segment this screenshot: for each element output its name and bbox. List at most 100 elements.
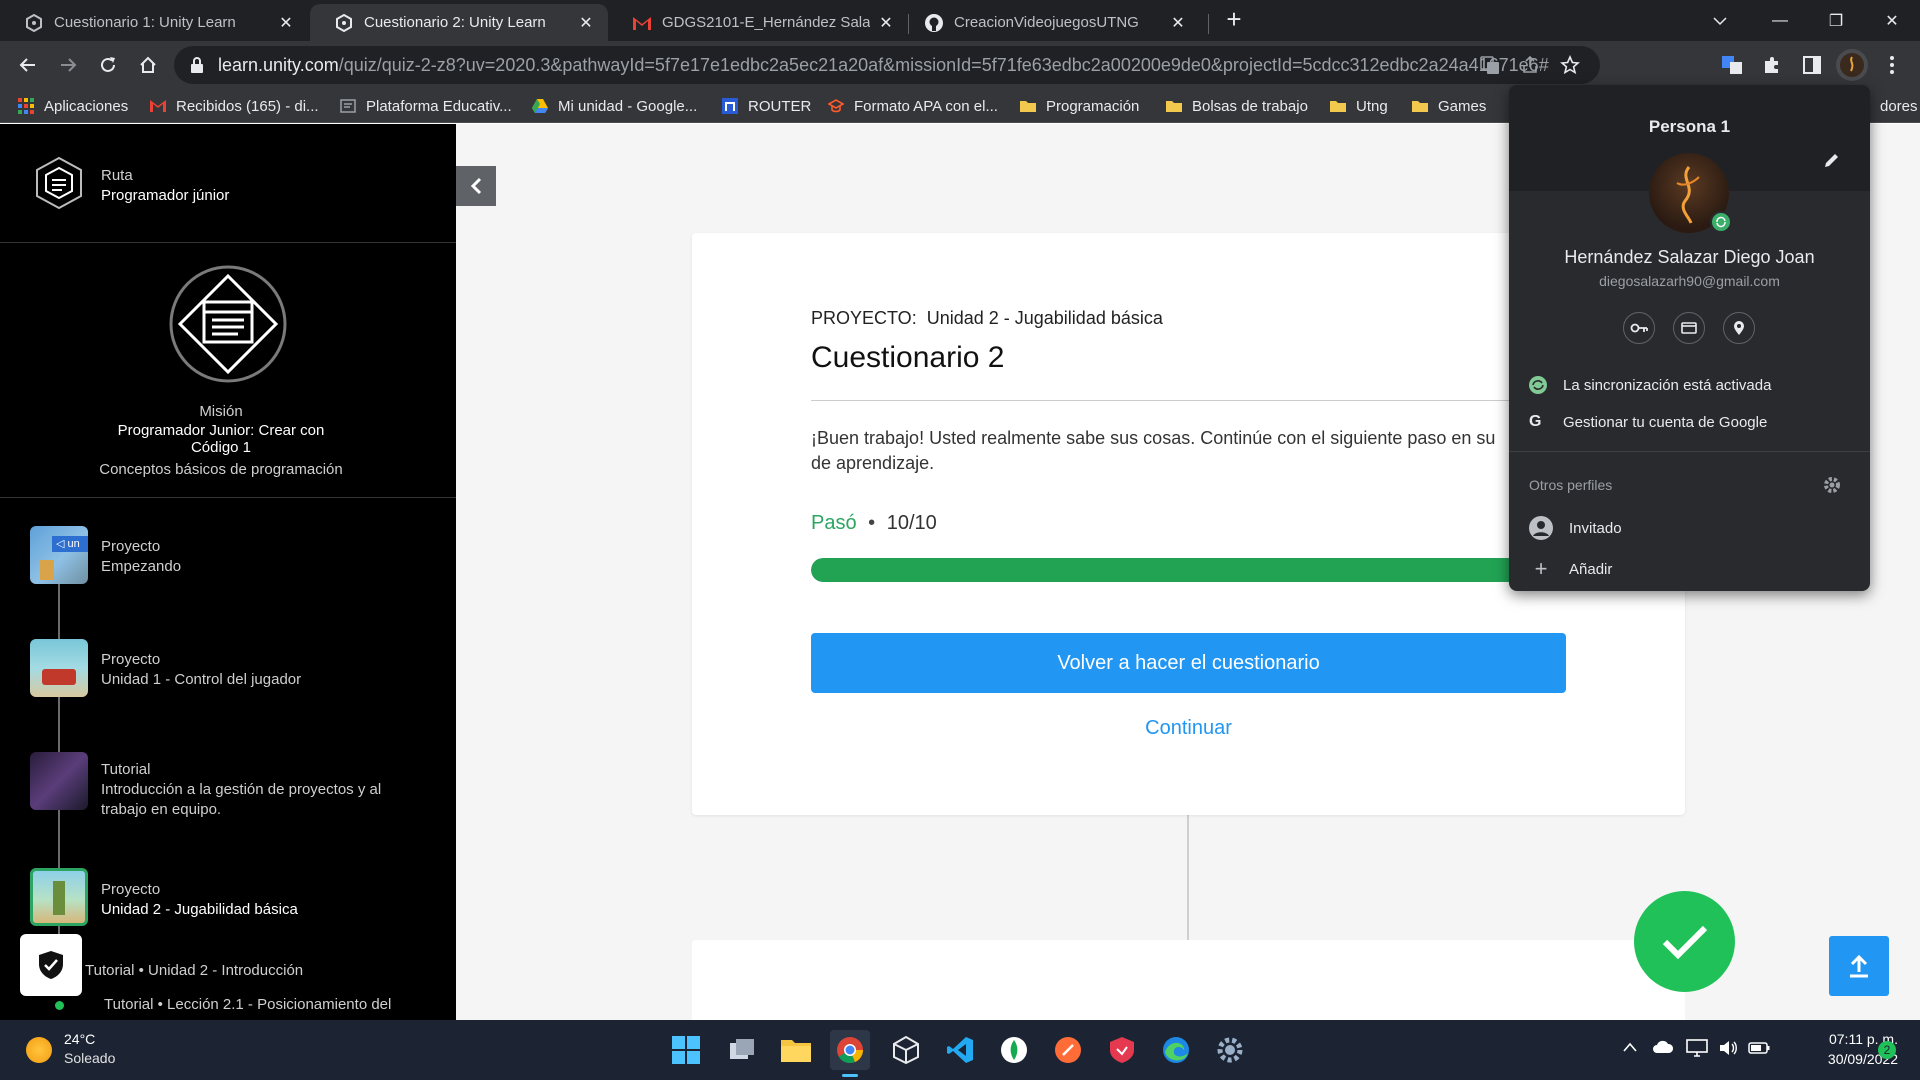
extensions-puzzle-icon[interactable] (1756, 49, 1788, 81)
sub-item-tutorial-intro[interactable]: Tutorial • Unidad 2 - Introducción (85, 962, 303, 979)
add-label: Añadir (1569, 560, 1613, 578)
new-tab-button[interactable]: + (1220, 6, 1248, 34)
weather-desc[interactable]: Soleado (64, 1050, 115, 1066)
lock-icon[interactable] (190, 56, 204, 79)
unity-icon (24, 13, 44, 33)
payment-card-icon[interactable] (1673, 312, 1705, 344)
sub-item-leccion-2-1[interactable]: Tutorial • Lección 2.1 - Posicionamiento… (104, 996, 391, 1013)
mongodb-icon[interactable] (994, 1030, 1034, 1070)
volume-icon[interactable] (1718, 1039, 1738, 1062)
divider (811, 400, 1566, 401)
privacy-shield-button[interactable] (20, 934, 82, 996)
weather-sun-icon[interactable] (26, 1037, 52, 1063)
item-name: Unidad 1 - Control del jugador (101, 671, 302, 688)
sidebar-item-text: Tutorial Introducción a la gestión de pr… (101, 760, 381, 820)
tab-github[interactable]: CreacionVideojuegosUTNG ✕ (900, 4, 1200, 41)
retake-quiz-button[interactable]: Volver a hacer el cuestionario (811, 633, 1566, 693)
share-icon[interactable] (1520, 55, 1540, 80)
sidebar-item-unidad-1[interactable]: Proyecto Unidad 1 - Control del jugador (0, 635, 456, 707)
project-name: Unidad 2 - Jugabilidad básica (926, 308, 1163, 328)
close-icon[interactable]: ✕ (278, 13, 294, 33)
close-icon[interactable]: ✕ (878, 13, 894, 33)
bookmark-utng[interactable]: Utng (1330, 95, 1388, 117)
address-bar[interactable]: learn.unity.com/quiz/quiz-2-z8?uv=2020.3… (174, 46, 1600, 84)
minimize-button[interactable]: — (1752, 0, 1808, 41)
bookmark-apps[interactable]: Aplicaciones (18, 95, 128, 117)
passwords-key-icon[interactable] (1623, 312, 1655, 344)
sidebar-item-empezando[interactable]: ◁ un Proyecto Empezando (0, 522, 456, 594)
edge-icon[interactable] (1156, 1030, 1196, 1070)
task-view-icon[interactable] (722, 1030, 762, 1070)
folder-icon (1330, 101, 1346, 112)
reload-button[interactable] (92, 49, 124, 81)
unity-hub-icon[interactable] (886, 1030, 926, 1070)
collapse-sidebar-button[interactable] (456, 166, 496, 206)
sync-status-row[interactable]: La sincronización está activada (1529, 376, 1771, 394)
tab-search-button[interactable] (1692, 0, 1748, 41)
bookmark-games[interactable]: Games (1412, 95, 1486, 117)
mission-title[interactable]: Programador Junior: Crear con Código 1 (0, 422, 442, 456)
forward-button[interactable] (52, 49, 84, 81)
gear-icon[interactable] (1823, 476, 1841, 499)
add-profile-row[interactable]: + Añadir (1529, 556, 1613, 582)
bookmark-apa[interactable]: Formato APA con el... (828, 95, 998, 117)
translate-icon[interactable] (1480, 55, 1500, 80)
close-icon[interactable]: ✕ (1170, 13, 1186, 33)
tab-quiz-2[interactable]: Cuestionario 2: Unity Learn ✕ (310, 4, 608, 41)
path-name[interactable]: Programador júnior (101, 187, 229, 204)
close-window-button[interactable]: ✕ (1864, 0, 1920, 41)
chrome-taskbar-icon[interactable] (830, 1030, 870, 1070)
bookmark-router[interactable]: ROUTER (722, 95, 811, 117)
home-button[interactable] (132, 49, 164, 81)
battery-icon[interactable] (1748, 1041, 1770, 1059)
item-type: Proyecto (101, 538, 161, 555)
translate-extension-icon[interactable] (1716, 49, 1748, 81)
bookmark-gmail[interactable]: Recibidos (165) - di... (150, 95, 319, 117)
tab-gmail[interactable]: GDGS2101-E_Hernández Salazar ✕ (608, 4, 908, 41)
sidebar-item-unidad-2[interactable]: Proyecto Unidad 2 - Jugabilidad básica (0, 865, 456, 937)
guest-profile-row[interactable]: Invitado (1529, 516, 1622, 540)
project-thumbnail (30, 639, 88, 697)
mission-title-line: Programador Junior: Crear con (117, 422, 325, 439)
bookmark-bolsas[interactable]: Bolsas de trabajo (1166, 95, 1308, 117)
vscode-icon[interactable] (940, 1030, 980, 1070)
bookmark-programacion[interactable]: Programación (1020, 95, 1139, 117)
chevron-up-icon[interactable] (1622, 1040, 1638, 1058)
menu-kebab-icon[interactable] (1876, 49, 1908, 81)
windows-taskbar: 24°C Soleado 07:11 p. m. 30/09/2022 2 (0, 1020, 1920, 1080)
edit-pencil-icon[interactable] (1823, 151, 1841, 174)
tree-figure (53, 881, 65, 915)
connector-line (1187, 815, 1189, 940)
security-shield-app-icon[interactable] (1102, 1030, 1142, 1070)
restore-button[interactable]: ❐ (1808, 0, 1864, 41)
learn-sidebar: Ruta Programador júnior Misión Programad… (0, 124, 456, 1020)
project-thumbnail: ◁ un (30, 526, 88, 584)
bookmark-drive[interactable]: Mi unidad - Google... (532, 95, 697, 117)
windows-start-icon[interactable] (666, 1030, 706, 1070)
tab-quiz-1[interactable]: Cuestionario 1: Unity Learn ✕ (0, 4, 308, 41)
back-button[interactable] (12, 49, 44, 81)
close-icon[interactable]: ✕ (578, 13, 594, 33)
settings-gear-icon[interactable] (1210, 1030, 1250, 1070)
network-icon[interactable] (1686, 1039, 1708, 1062)
continue-link[interactable]: Continuar (811, 717, 1566, 740)
bookmark-plataforma[interactable]: Plataforma Educativ... (340, 95, 512, 117)
address-pin-icon[interactable] (1723, 312, 1755, 344)
tab-title: Cuestionario 1: Unity Learn (54, 14, 236, 31)
star-icon[interactable] (1560, 54, 1580, 80)
router-icon (722, 98, 738, 114)
sidebar-item-text: Proyecto Empezando (101, 537, 181, 577)
sidebar-item-tutorial-gestion[interactable]: Tutorial Introducción a la gestión de pr… (0, 748, 456, 832)
weather-temp[interactable]: 24°C (64, 1031, 95, 1047)
onedrive-cloud-icon[interactable] (1652, 1040, 1674, 1059)
notification-badge[interactable]: 2 (1878, 1041, 1896, 1059)
mission-title-line: Código 1 (190, 439, 252, 456)
manage-account-row[interactable]: G Gestionar tu cuenta de Google (1529, 413, 1767, 431)
bookmark-overflow[interactable]: dores (1880, 95, 1918, 117)
side-panel-icon[interactable] (1796, 49, 1828, 81)
file-explorer-icon[interactable] (776, 1030, 816, 1070)
scroll-to-top-button[interactable] (1829, 936, 1889, 996)
browser-toolbar: learn.unity.com/quiz/quiz-2-z8?uv=2020.3… (0, 41, 1920, 89)
profile-avatar-button[interactable] (1836, 49, 1868, 81)
postman-icon[interactable] (1048, 1030, 1088, 1070)
